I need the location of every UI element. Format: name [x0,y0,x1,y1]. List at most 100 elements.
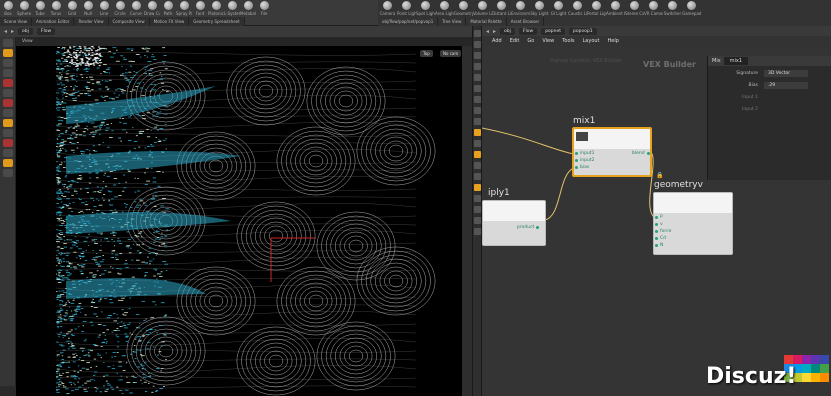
param-value-signature[interactable]: 3D Vector [764,69,808,77]
light-tool-12[interactable]: Ambient Light [606,0,625,18]
net-crumb-popvop[interactable]: popvop1 [569,27,597,35]
path-crumb-flow[interactable]: Flow [36,28,56,35]
create-tool-11[interactable]: Spray Paint [176,0,192,18]
viewer-tab-2[interactable]: Render View [74,17,109,26]
create-tool-9[interactable]: Draw Curve [144,0,160,18]
create-tool-6[interactable]: Line [96,0,112,18]
light-tool-1[interactable]: Point Light [397,0,416,18]
create-tool-16[interactable]: File [256,0,272,18]
menu-help[interactable]: Help [608,38,619,44]
net-back-arrow-icon[interactable]: ◂ [486,28,489,35]
geometry-port-cd[interactable]: Cd [655,236,666,241]
network-tab-0[interactable]: obj/flow/pop/net/popvop1 [378,17,439,26]
network-sticky-icon[interactable] [474,85,481,92]
light-tool-7[interactable]: Environment Light [511,0,530,18]
view-tool-icon[interactable] [3,109,13,117]
network-zoom-icon[interactable] [474,52,481,59]
light-tool-5[interactable]: Volume Light [473,0,492,18]
param-value-bias[interactable]: .29 [764,81,808,89]
net-crumb-obj[interactable]: obj [500,27,515,35]
brush-tool-icon[interactable] [3,99,13,107]
menu-edit[interactable]: Edit [510,38,520,44]
menu-tools[interactable]: Tools [562,38,574,44]
light-tool-11[interactable]: Portal Light [587,0,606,18]
multiply-port-product[interactable]: product [517,225,540,230]
lock-tool-icon[interactable] [3,149,13,157]
menu-view[interactable]: View [542,38,554,44]
geometry-port-n[interactable]: N [654,243,663,248]
light-tool-9[interactable]: GI Light [549,0,568,18]
light-tool-8[interactable]: Sky Light [530,0,549,18]
viewer-tab-3[interactable]: Composite View [109,17,150,26]
render-region-icon[interactable] [3,139,13,147]
create-tool-0[interactable]: Box [0,0,16,18]
network-info-icon[interactable] [474,217,481,224]
mix-port-input2[interactable]: input2 [574,158,594,163]
viewer-tab-0[interactable]: Scene View [0,17,32,26]
light-tool-0[interactable]: Camera [378,0,397,18]
mix-port-blend[interactable]: blend [632,151,650,156]
network-flag-icon[interactable] [474,129,481,136]
network-box-icon[interactable] [474,96,481,103]
create-tool-1[interactable]: Sphere [16,0,32,18]
network-display-icon[interactable] [474,184,481,191]
create-tool-13[interactable]: Platonic Solids [208,0,224,18]
network-wire-icon[interactable] [474,63,481,70]
camera-menu-button[interactable]: No cam [440,50,462,57]
network-preview-icon[interactable] [474,173,481,180]
multiply-node[interactable]: product [482,200,546,246]
network-tab-1[interactable]: Tree View [438,17,467,26]
menu-go[interactable]: Go [527,38,534,44]
geometry-port-p[interactable]: P [655,215,663,220]
create-tool-5[interactable]: Null [80,0,96,18]
network-tab-3[interactable]: Asset Browser [507,17,545,26]
light-tool-16[interactable]: Gamepad Camera [682,0,701,18]
persp-menu-button[interactable]: Top [420,50,433,57]
rotate-tool-icon[interactable] [3,59,13,67]
path-crumb-obj[interactable]: obj [18,28,33,35]
create-tool-7[interactable]: Circle [112,0,128,18]
light-tool-3[interactable]: Area Light [435,0,454,18]
network-select-icon[interactable] [474,30,481,37]
create-tool-8[interactable]: Curve [128,0,144,18]
create-tool-14[interactable]: L-System [224,0,240,18]
viewer-tab-4[interactable]: Motion FX View [150,17,190,26]
mix-node[interactable]: input1 input2 bias blend [572,127,652,177]
grid-tool-icon[interactable] [3,169,13,177]
create-tool-15[interactable]: Metaball [240,0,256,18]
network-grid-icon[interactable] [474,107,481,114]
create-tool-2[interactable]: Tube [32,0,48,18]
net-crumb-popnet[interactable]: popnet [541,27,566,35]
move-tool-icon[interactable] [3,49,13,57]
create-tool-10[interactable]: Path [160,0,176,18]
network-more-icon[interactable] [474,228,481,235]
viewer-tab-5[interactable]: Geometry Spreadsheet [189,17,245,26]
network-dot-icon[interactable] [474,74,481,81]
handle-tool-icon[interactable] [3,79,13,87]
display-options-icon[interactable] [3,159,13,167]
param-node-name[interactable]: mix1 [723,57,749,65]
network-pan-icon[interactable] [474,41,481,48]
light-tool-14[interactable]: VR Camera [644,0,663,18]
light-tool-13[interactable]: Stereo Camera [625,0,644,18]
snap-tool-icon[interactable] [3,119,13,127]
create-tool-12[interactable]: Font [192,0,208,18]
back-arrow-icon[interactable]: ◂ [4,28,7,35]
create-tool-4[interactable]: Grid [64,0,80,18]
light-tool-15[interactable]: Switcher [663,0,682,18]
geometry-node[interactable]: P v force Cd N [653,192,733,255]
net-forward-arrow-icon[interactable]: ▸ [493,28,496,35]
mix-port-input1[interactable]: input1 [574,151,594,156]
light-tool-4[interactable]: Geometry Light [454,0,473,18]
menu-layout[interactable]: Layout [583,38,600,44]
viewer-tab-1[interactable]: Animation Editor [32,17,75,26]
scale-tool-icon[interactable] [3,69,13,77]
network-list-icon[interactable] [474,118,481,125]
mix-port-bias[interactable]: bias [574,165,589,170]
forward-arrow-icon[interactable]: ▸ [11,28,14,35]
menu-add[interactable]: Add [492,38,502,44]
network-color-icon[interactable] [474,151,481,158]
network-shape-icon[interactable] [474,162,481,169]
light-tool-2[interactable]: Spot Light [416,0,435,18]
select-tool-icon[interactable] [3,39,13,47]
